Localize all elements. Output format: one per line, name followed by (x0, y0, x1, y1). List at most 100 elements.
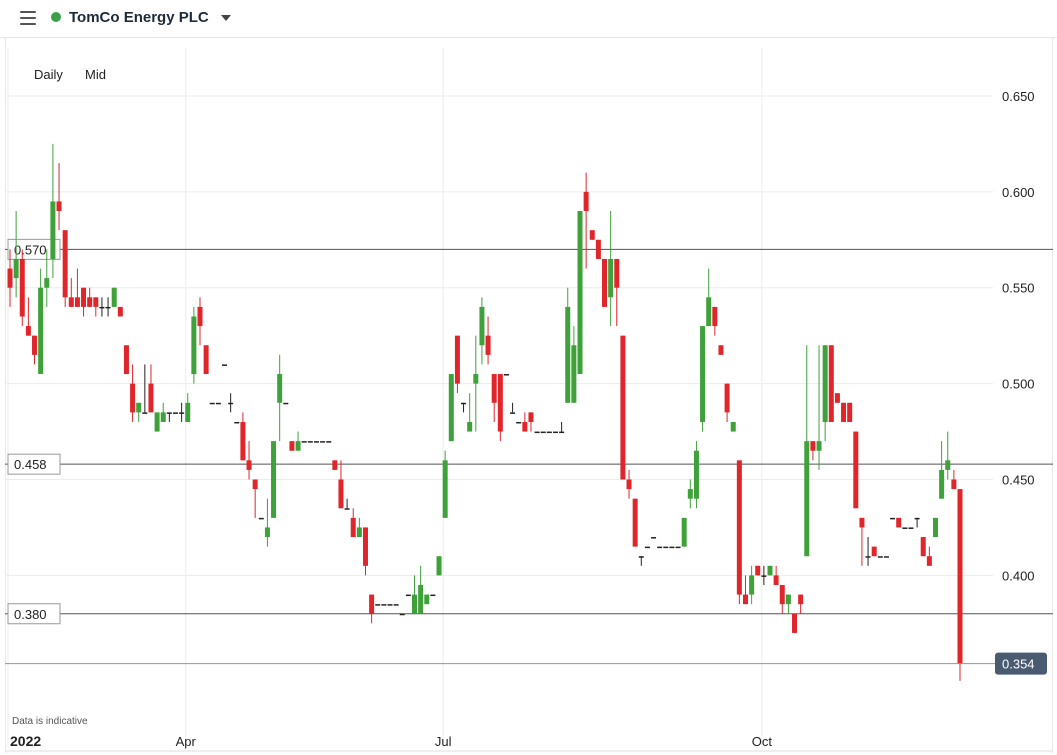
candle-body (271, 441, 277, 518)
candle (412, 575, 418, 614)
candle-body (828, 345, 834, 422)
candle-body (87, 297, 93, 307)
candle (822, 345, 828, 442)
horizontal-lines: 0.570 0.458 0.380 (5, 238, 1053, 625)
candle-body (583, 191, 589, 212)
candle-body (172, 412, 178, 414)
candle (859, 517, 865, 566)
candle-body (74, 297, 80, 307)
candle (724, 383, 730, 422)
candle-body (614, 258, 620, 288)
candle (375, 604, 381, 606)
candle (914, 517, 920, 528)
candle (209, 402, 215, 405)
candle-body (785, 594, 791, 605)
candle-body (552, 431, 558, 434)
y-tick-label: 0.450 (1002, 473, 1035, 488)
candle (614, 258, 620, 327)
candle (344, 498, 350, 510)
candle (50, 143, 56, 279)
candle-body (503, 374, 509, 376)
candle-body (896, 517, 902, 528)
candle (534, 431, 540, 434)
candle-body (516, 421, 522, 424)
candle-body (883, 556, 889, 558)
candle-body (130, 383, 136, 413)
last-price: 0.354 (5, 652, 1047, 675)
candle-body (816, 441, 822, 451)
candle (436, 556, 442, 576)
candle-body (307, 441, 313, 443)
candle (497, 374, 503, 442)
candle (32, 335, 38, 365)
candle-body (945, 460, 951, 470)
candle (687, 479, 693, 509)
candle (785, 594, 791, 614)
candle (166, 412, 172, 422)
candle (522, 412, 528, 432)
candle (454, 335, 460, 394)
candle (197, 297, 203, 346)
candle (111, 287, 117, 307)
x-tick-label: Apr (176, 734, 197, 749)
candle (693, 441, 699, 509)
candle (68, 278, 74, 307)
horizontal-line-label: 0.458 (14, 457, 47, 472)
y-axis: 0.650 0.600 0.550 0.500 0.450 0.400 (1002, 89, 1035, 583)
last-price-label: 0.354 (1002, 657, 1035, 672)
candle-body (540, 431, 546, 434)
candle (608, 211, 614, 327)
candle (264, 498, 270, 547)
candle (87, 287, 93, 307)
candle (136, 402, 142, 422)
candle-body (412, 594, 418, 614)
candle (712, 306, 718, 336)
candle (896, 517, 902, 528)
candle (828, 345, 834, 422)
candle (957, 489, 963, 681)
x-tick-label: 2022 (10, 733, 41, 749)
candle (485, 316, 491, 365)
candle-body (706, 297, 712, 327)
candle-body (687, 489, 693, 499)
candle-body (313, 441, 319, 443)
candle-body (859, 517, 865, 528)
candle-body (81, 287, 87, 307)
candle (81, 287, 87, 317)
candle-body (68, 297, 74, 307)
candle-body (461, 402, 467, 405)
candle-body (595, 239, 601, 259)
y-tick-label: 0.650 (1002, 89, 1035, 104)
candle (736, 460, 742, 605)
candle-body (712, 306, 718, 327)
candle-body (939, 469, 945, 499)
candle (841, 402, 847, 422)
candle (271, 441, 277, 518)
candle-body (240, 421, 246, 461)
candle-body (485, 335, 491, 355)
candle-body (405, 594, 411, 597)
candle (301, 441, 307, 443)
candle (307, 441, 313, 443)
candle (742, 575, 748, 605)
candle-body (393, 604, 399, 606)
candle-body (700, 326, 706, 422)
candle-body (926, 556, 932, 566)
candle (847, 402, 853, 422)
candle (277, 354, 283, 442)
candle (424, 594, 430, 605)
candle-body (197, 306, 203, 327)
candle-body (148, 383, 154, 413)
candle-body (123, 345, 129, 375)
candle (700, 326, 706, 432)
candle (62, 230, 68, 307)
candle-body (871, 546, 877, 557)
candle-body (669, 546, 675, 549)
candle-body (749, 575, 755, 595)
candle (871, 546, 877, 557)
candle-body (283, 402, 289, 405)
candle (749, 565, 755, 605)
candle-body (356, 527, 362, 538)
candle-body (822, 345, 828, 422)
candle-body (338, 479, 344, 509)
